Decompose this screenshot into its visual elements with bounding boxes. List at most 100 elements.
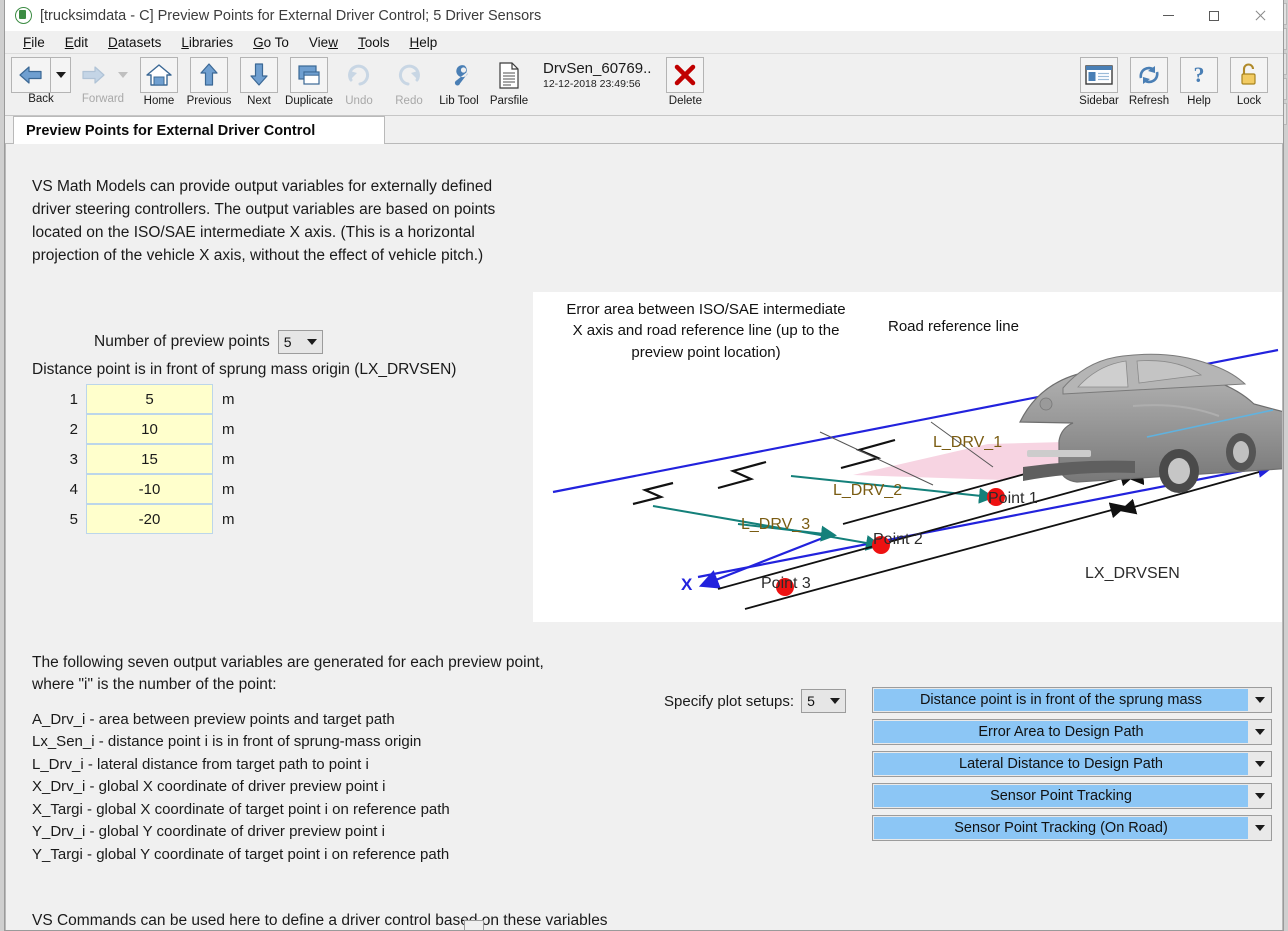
redo-button: Redo [385,57,433,111]
output-variables-intro: The following seven output variables are… [32,654,544,694]
plot-setup-label[interactable]: Lateral Distance to Design Path [874,753,1248,775]
chevron-down-icon [1255,825,1265,831]
x-axis-label: X [681,575,693,594]
forward-label: Forward [81,93,125,105]
back-dropdown-button[interactable] [51,57,71,93]
row-unit: m [222,450,235,468]
parsfile-button[interactable]: Parsfile [485,57,533,111]
menu-item-datasets[interactable]: Datasets [98,33,171,52]
close-button[interactable] [1237,0,1283,31]
delete-button[interactable]: Delete [661,57,709,111]
refresh-button[interactable]: Refresh [1125,57,1173,111]
row-index: 1 [69,390,78,408]
house-icon [146,64,172,86]
vs-app-icon [15,7,32,24]
plot-setup-item-sensor-point-tracking-on-road[interactable]: Sensor Point Tracking (On Road) [872,815,1272,841]
plot-setup-dropdown-button[interactable] [1249,752,1271,776]
plot-setup-item-lateral-distance[interactable]: Lateral Distance to Design Path [872,751,1272,777]
duplicate-button[interactable]: Duplicate [285,57,333,111]
row-unit: m [222,480,235,498]
back-arrow-icon[interactable] [11,57,51,93]
distance-section-label: Distance point is in front of sprung mas… [32,361,457,378]
sidebar-label: Sidebar [1079,95,1119,107]
arrow-down-icon [250,63,268,86]
chevron-down-icon [306,339,317,345]
page-body: VS Math Models can provide output variab… [5,144,1283,930]
plot-setup-item-sensor-point-tracking[interactable]: Sensor Point Tracking [872,783,1272,809]
menu-item-view[interactable]: View [299,33,348,52]
menu-item-tools[interactable]: Tools [348,33,400,52]
break-mark-3 [632,481,674,506]
plot-setup-dropdown-button[interactable] [1249,784,1271,808]
plot-setup-dropdown-button[interactable] [1249,688,1271,712]
back-button[interactable]: Back [11,57,71,105]
table-row: 2 m [56,414,235,444]
svg-text:?: ? [1194,62,1205,87]
row-unit: m [222,420,235,438]
plot-setup-label[interactable]: Distance point is in front of the sprung… [874,689,1248,711]
help-button[interactable]: ? Help [1175,57,1223,111]
forward-button: Forward [73,57,133,105]
variable-line-x-targ: X_Targi - global X coordinate of target … [32,800,450,818]
padlock-open-icon [1241,63,1256,85]
home-button[interactable]: Home [135,57,183,111]
delete-label: Delete [668,95,703,107]
tab-preview-points[interactable]: Preview Points for External Driver Contr… [13,116,385,144]
preview-point-distance-table: 1 m 2 m 3 m 4 m 5 m [56,384,235,534]
chevron-down-icon [1255,761,1265,767]
output-variables-block: The following seven output variables are… [32,652,572,866]
plot-setups-count-dropdown[interactable]: 5 [801,689,847,713]
plot-setup-label[interactable]: Sensor Point Tracking [874,785,1248,807]
car-illustration [1019,353,1282,493]
number-of-preview-points-row: Number of preview points 5 [94,330,323,354]
previous-label: Previous [186,95,232,107]
menu-item-help[interactable]: Help [399,33,447,52]
lib-tool-button[interactable]: Lib Tool [435,57,483,111]
plot-setup-item-error-area[interactable]: Error Area to Design Path [872,719,1272,745]
next-label: Next [247,95,271,107]
number-of-preview-points-label: Number of preview points [94,333,270,350]
parsfile-label: Parsfile [489,95,529,107]
plot-setup-label[interactable]: Sensor Point Tracking (On Road) [874,817,1248,839]
duplicate-icon [290,57,328,93]
lx-drvsen-label: LX_DRVSEN [1085,565,1180,582]
menu-item-file[interactable]: File [13,33,55,52]
table-row: 1 m [56,384,235,414]
distance-input-5[interactable] [86,504,213,534]
current-file-info: DrvSen_60769.. 12-12-2018 23:49:56 [543,60,651,90]
tab-strip: Preview Points for External Driver Contr… [5,116,1283,144]
menu-item-goto[interactable]: Go To [243,33,299,52]
distance-input-3[interactable] [86,444,213,474]
lock-button[interactable]: Lock [1225,57,1273,111]
specify-plot-setups-label: Specify plot setups: [664,692,795,710]
intro-paragraph: VS Math Models can provide output variab… [32,178,496,264]
menu-item-edit[interactable]: Edit [55,33,98,52]
undo-icon [340,57,378,93]
menu-item-libraries[interactable]: Libraries [171,33,243,52]
plot-setup-label[interactable]: Error Area to Design Path [874,721,1248,743]
distance-input-4[interactable] [86,474,213,504]
distance-input-1[interactable] [86,384,213,414]
maximize-button[interactable] [1191,0,1237,31]
sidebar-button[interactable]: Sidebar [1075,57,1123,111]
plot-setup-dropdown-button[interactable] [1249,816,1271,840]
number-of-preview-points-dropdown[interactable]: 5 [277,330,323,354]
point-2-label: Point 2 [873,531,923,548]
previous-button[interactable]: Previous [185,57,233,111]
next-button[interactable]: Next [235,57,283,111]
minimize-button[interactable] [1145,0,1191,31]
current-file-name: DrvSen_60769.. [543,60,652,77]
arrow-left-icon [19,66,42,84]
plot-setups-list: Distance point is in front of the sprung… [872,687,1272,847]
row-index: 3 [69,450,78,468]
menu-bar: File Edit Datasets Libraries Go To View … [5,32,1283,54]
distance-input-2[interactable] [86,414,213,444]
arrow-right-icon [82,66,105,84]
variable-line-x-drv: X_Drv_i - global X coordinate of driver … [32,778,386,796]
plot-setup-item-distance[interactable]: Distance point is in front of the sprung… [872,687,1272,713]
undo-label: Undo [345,95,373,107]
plot-setup-dropdown-button[interactable] [1249,720,1271,744]
lock-label: Lock [1236,95,1262,107]
variable-line-a-drv: A_Drv_i - area between preview points an… [32,710,395,728]
